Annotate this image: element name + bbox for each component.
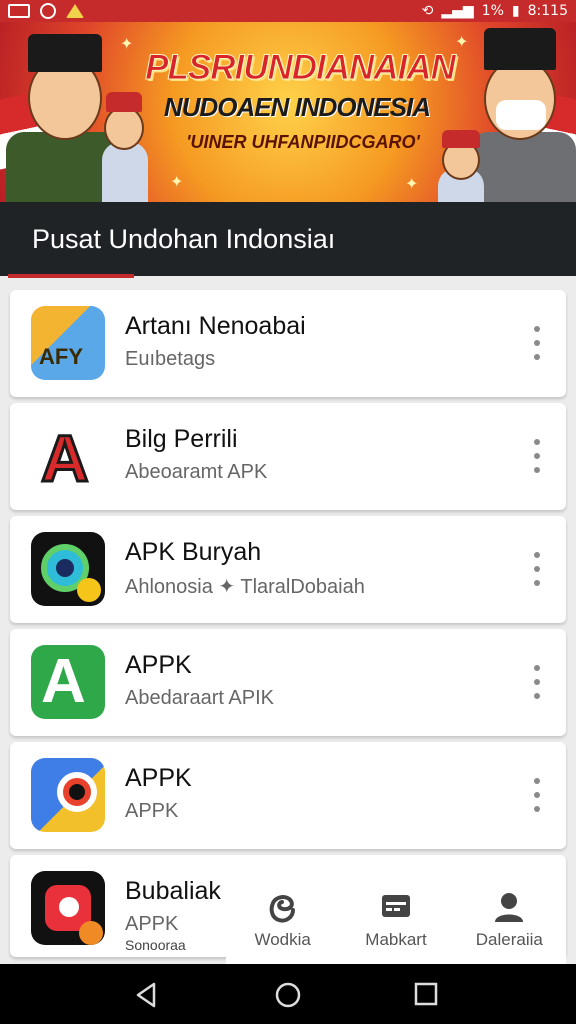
banner-title: PLSRIUNDIANAIAN [145, 48, 457, 88]
system-navigation-bar [0, 964, 576, 1024]
battery-icon: ▮ [511, 3, 520, 19]
child-illustration [436, 128, 486, 202]
tab-label: Mabkart [365, 930, 427, 949]
banner-subtitle: NUDOAEN INDONESIA [163, 92, 431, 122]
page-title: Pusat Undohan Indonsiaı [32, 224, 336, 254]
tab-label: Daleraiia [475, 930, 543, 949]
more-options-icon[interactable] [530, 778, 544, 812]
status-bar: ⟲ ▂▄▆ 1% ▮ 8:115 [0, 0, 576, 22]
app-list: AFY Artanı Nenoabai Euıbetags A Bilg Per… [10, 290, 566, 963]
bubaliak-app-icon [31, 871, 105, 945]
profile-icon [493, 892, 525, 926]
promo-banner[interactable]: ✦ ✦ ✦ ✦ PLSRIUNDIANAIAN NUDOAEN INDONESI… [0, 22, 576, 202]
app-subtitle-secondary: Sonooraa [125, 937, 186, 953]
gallery-icon [8, 4, 30, 18]
clock: 8:115 [527, 3, 568, 19]
app-subtitle: Euıbetags [125, 348, 216, 370]
more-options-icon[interactable] [530, 665, 544, 699]
app-name: APK Buryah [125, 538, 262, 566]
app-subtitle: Abedaraart APIK [125, 687, 274, 709]
star-icon: ✦ [405, 174, 419, 193]
list-item[interactable]: A APPK Abedaraart APIK [10, 629, 566, 736]
artan-app-icon: AFY [31, 306, 105, 380]
app-name: APPK [125, 651, 192, 679]
list-item[interactable]: A Bilg Perrili Abeoaramt APK [10, 403, 566, 510]
appk-blue-app-icon [31, 758, 105, 832]
sync-icon: ⟲ [421, 3, 434, 19]
notification-icon [40, 3, 56, 19]
app-subtitle: Abeoaramt APK [125, 461, 268, 483]
list-item[interactable]: AFY Artanı Nenoabai Euıbetags [10, 290, 566, 397]
tab-mabkart[interactable]: Mabkart [339, 878, 452, 964]
home-icon[interactable] [275, 982, 301, 1012]
tab-indicator [8, 274, 134, 278]
recents-icon[interactable] [414, 982, 438, 1010]
appk-green-app-icon: A [31, 645, 105, 719]
app-bar: Pusat Undohan Indonsiaı [0, 202, 576, 278]
bilg-app-icon: A [31, 419, 105, 493]
drive-icon [66, 4, 84, 18]
back-icon[interactable] [134, 982, 158, 1012]
tab-daleraiia[interactable]: Daleraiia [453, 878, 566, 964]
app-subtitle: APPK [125, 800, 179, 822]
tab-wodkia[interactable]: Wodkia [226, 878, 339, 964]
bottom-navigation: Wodkia Mabkart Daleraiia [226, 878, 566, 964]
signal-icon: ▂▄▆ [441, 3, 474, 19]
tab-label: Wodkia [254, 930, 311, 949]
list-item[interactable]: APK Buryah Ahlonosia ✦ TlaralDobaiah [10, 516, 566, 623]
apk-buryah-app-icon [31, 532, 105, 606]
more-options-icon[interactable] [530, 326, 544, 360]
app-name: Bubaliak [125, 877, 221, 905]
child-illustration [100, 82, 150, 202]
more-options-icon[interactable] [530, 439, 544, 473]
list-item[interactable]: APPK APPK [10, 742, 566, 849]
e-icon [267, 892, 299, 928]
app-subtitle: Ahlonosia ✦ TlaralDobaiah [125, 576, 365, 598]
star-icon: ✦ [170, 172, 184, 191]
banner-tagline: 'UINER UHFANPIIDCGARO' [186, 132, 420, 152]
battery-text: 1% [481, 3, 504, 19]
more-options-icon[interactable] [530, 552, 544, 586]
app-name: APPK [125, 764, 192, 792]
app-name: Artanı Nenoabai [125, 312, 306, 340]
app-name: Bilg Perrili [125, 425, 238, 453]
app-subtitle: APPK [125, 913, 179, 935]
cart-icon [380, 892, 412, 924]
